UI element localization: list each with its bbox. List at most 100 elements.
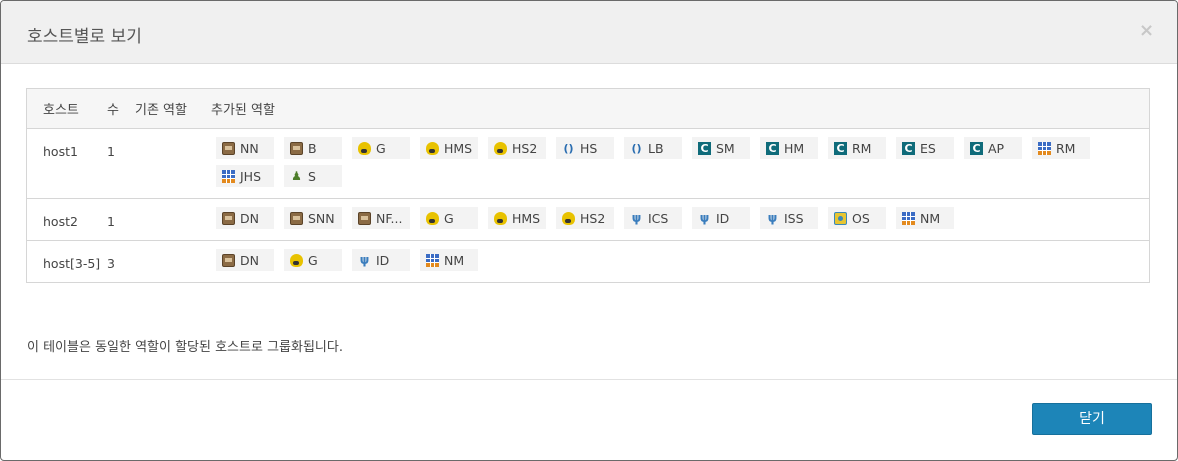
role-badge[interactable]: ψ ICS [624,207,682,229]
oozie-icon [834,211,847,225]
role-badge[interactable]: G [420,207,478,229]
host-cell-text: host1 [43,144,78,159]
role-label: RM [1056,140,1076,156]
role-label: NM [444,252,465,268]
cloudera-icon: C [698,141,711,155]
added-roles-cell: NN B G HMS HS2() HS() LB C SM C HM C RM C ES C AP RM JHS ♟ S [211,128,1150,199]
role-label: DN [240,252,259,268]
impala-icon: ψ [699,210,710,225]
role-label: HMS [512,210,541,226]
footer-divider [1,379,1177,380]
role-badge[interactable]: HS2 [488,137,546,159]
role-badge[interactable]: () HS [556,137,614,159]
role-badge[interactable]: NM [896,207,954,229]
table-row: host[3-5] 3 DN Gψ ID NM [27,241,1150,283]
role-badge[interactable]: SNN [284,207,342,229]
role-badge[interactable]: NF... [352,207,410,229]
sqoop-icon: ♟ [291,168,302,183]
role-label: LB [648,140,664,156]
dialog-title: 호스트별로 보기 [27,27,142,47]
existing-roles-cell-text [135,241,211,253]
cloudera-icon: C [970,141,983,155]
role-badge-list: DN SNN NF... G HMS HS2 ψ ICS ψ ID ψ ISS OS NM [211,199,1116,240]
host-cell: host[3-5] [27,241,108,283]
role-label: ICS [648,210,669,226]
role-label: G [308,252,318,268]
view-by-host-dialog: 호스트별로 보기 × 호스트 수 기존 역할 추가된 역할 host1 1 NN B G… [0,0,1178,461]
hive-icon [494,211,507,225]
existing-roles-cell [135,241,211,283]
table-row: host1 1 NN B G HMS HS2 () HS () LB C SM C HM C RM C ES C AP R… [26,128,1150,199]
role-label: JHS [240,168,262,184]
role-badge[interactable]: HMS [420,137,478,159]
role-badge[interactable]: NN [216,137,274,159]
hive-icon [494,141,507,155]
role-badge[interactable]: NM [420,249,478,271]
role-badge[interactable]: ψ ID [692,207,750,229]
role-label: HS [580,140,598,156]
hive-icon [562,211,575,225]
hdfs-icon [290,211,303,225]
hdfs-icon [222,141,235,155]
hdfs-icon [358,211,371,225]
cloudera-icon: C [902,141,915,155]
role-label: ES [920,140,936,156]
role-badge[interactable]: DN [216,249,274,271]
role-badge[interactable]: () LB [624,137,682,159]
role-label: SNN [308,210,335,226]
role-badge[interactable]: B [284,137,342,159]
role-badge[interactable]: C HM [760,137,818,159]
table-header-row: 호스트 수 기존 역할 추가된 역할 [26,88,1150,129]
close-icon[interactable]: × [1139,22,1154,40]
role-label: HS2 [512,140,538,156]
existing-roles-cell-text [135,129,211,141]
role-label: NF... [376,210,403,226]
yarn-icon [222,169,235,183]
role-label: RM [852,140,872,156]
hdfs-icon [222,211,235,225]
column-header-existing-roles: 기존 역할 [135,88,211,129]
host-cell: host1 [26,128,107,199]
host-roles-table: 호스트 수 기존 역할 추가된 역할 host1 1 NN B G HMS HS2() HS(… [26,88,1150,283]
role-badge[interactable]: G [284,249,342,271]
role-badge[interactable]: HS2 [556,207,614,229]
table-footnote: 이 테이블은 동일한 역할이 할당된 호스트로 그룹화됩니다. [27,340,343,355]
count-cell: 1 [107,198,135,241]
role-label: B [308,140,317,156]
hue-icon: () [631,141,642,155]
role-badge[interactable]: JHS [216,165,274,187]
role-badge[interactable]: C ES [896,137,954,159]
role-label: G [376,140,386,156]
role-badge[interactable]: ψ ISS [760,207,818,229]
role-label: G [444,210,454,226]
role-badge[interactable]: ψ ID [352,249,410,271]
hive-icon [290,253,303,267]
impala-icon: ψ [359,252,370,267]
column-header-host: 호스트 [26,88,107,129]
role-label: OS [852,210,870,226]
role-badge[interactable]: C SM [692,137,750,159]
role-badge[interactable]: C RM [828,137,886,159]
role-badge[interactable]: OS [828,207,886,229]
role-label: AP [988,140,1005,156]
hive-icon [426,141,439,155]
impala-icon: ψ [631,210,642,225]
role-label: ID [716,210,730,226]
role-badge[interactable]: HMS [488,207,546,229]
hive-icon [358,141,371,155]
role-badge[interactable]: G [352,137,410,159]
role-label: S [308,168,316,184]
role-badge[interactable]: RM [1032,137,1090,159]
table-row: host2 1 DN SNN NF... G HMS HS2 ψ ICS ψ ID ψ ISS OS NM [26,198,1150,241]
close-button[interactable]: 닫기 [1032,403,1152,435]
count-cell-text: 1 [107,144,115,159]
role-badge[interactable]: ♟ S [284,165,342,187]
role-badge[interactable]: C AP [964,137,1022,159]
hdfs-icon [290,141,303,155]
host-cell-text: host2 [43,214,78,229]
impala-icon: ψ [767,210,778,225]
role-label: NM [920,210,941,226]
role-badge[interactable]: DN [216,207,274,229]
role-label: HM [784,140,805,156]
dialog-header: 호스트별로 보기 × [1,1,1177,64]
